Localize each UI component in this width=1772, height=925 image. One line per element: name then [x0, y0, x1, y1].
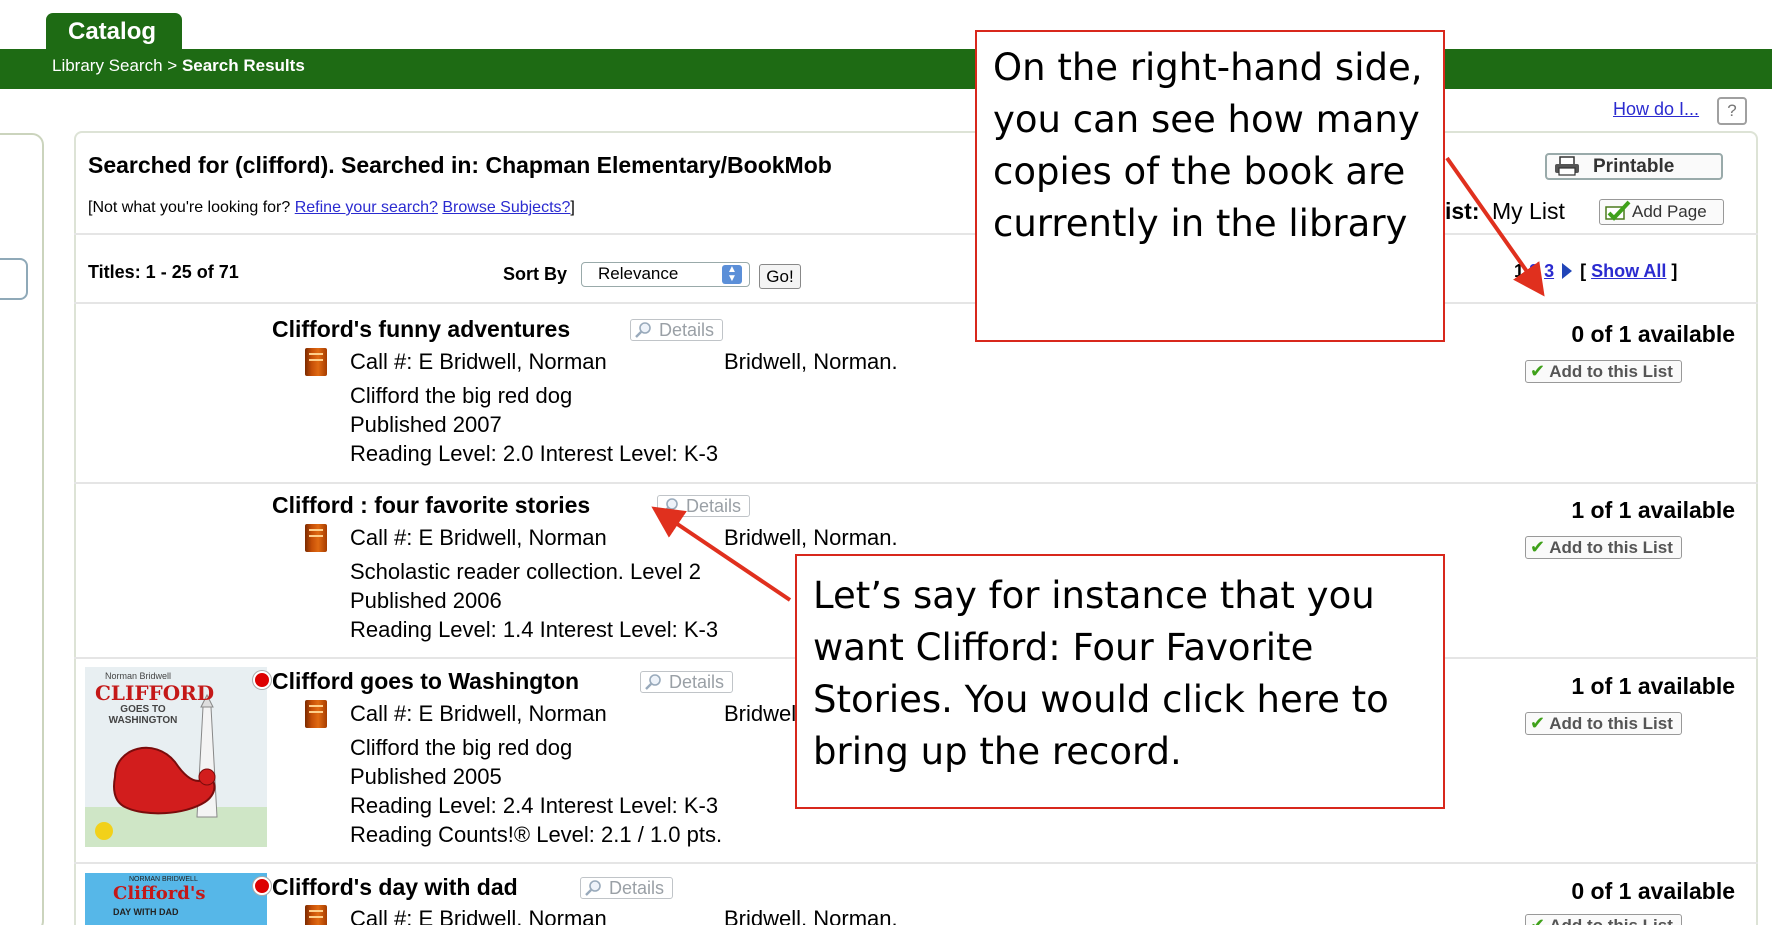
annotation-arrows: [651, 156, 1545, 602]
arrow-to-availability: [1445, 156, 1545, 297]
screenshot: Catalog Library Search > Search Results …: [0, 0, 1772, 925]
arrow-to-title-link: [651, 506, 792, 602]
